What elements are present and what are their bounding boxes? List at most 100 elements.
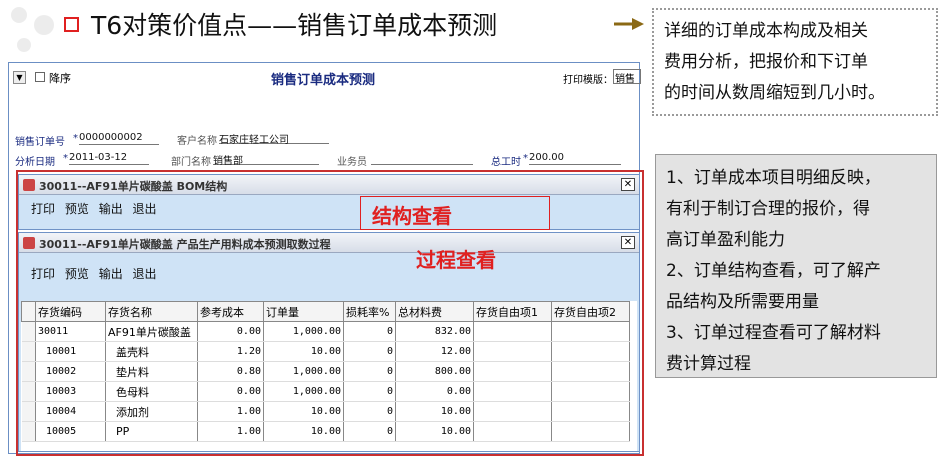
row-header-cell[interactable]	[21, 341, 36, 362]
menu-exit[interactable]: 退出	[133, 267, 157, 281]
menu-preview[interactable]: 预览	[65, 267, 89, 281]
table-cell[interactable]: 1.00	[197, 421, 264, 442]
dept-label: 部门名称	[171, 157, 211, 168]
table-cell[interactable]: 0	[343, 341, 396, 362]
table-cell[interactable]: PP	[105, 421, 198, 442]
table-cell[interactable]: 色母料	[105, 381, 198, 402]
table-cell[interactable]: 10.00	[263, 401, 344, 422]
table-cell[interactable]: 800.00	[395, 361, 474, 382]
table-cell[interactable]: AF91单片碳酸盖	[105, 321, 198, 342]
column-header[interactable]: 订单量	[263, 301, 344, 322]
column-header[interactable]: 参考成本	[197, 301, 264, 322]
arrow-right-icon	[614, 18, 644, 30]
callout-top: 详细的订单成本构成及相关 费用分析，把报价和下订单 的时间从数周缩短到几小时。	[652, 8, 938, 116]
customer-label: 客户名称	[177, 136, 217, 147]
table-cell[interactable]: 0	[343, 321, 396, 342]
table-cell[interactable]: 10.00	[395, 401, 474, 422]
process-menu: 打印 预览 输出 退出	[31, 265, 163, 282]
table-cell[interactable]	[551, 381, 630, 402]
table-cell[interactable]: 0	[343, 421, 396, 442]
table-cell[interactable]: 0.80	[197, 361, 264, 382]
column-header[interactable]: 损耗率%	[343, 301, 396, 322]
dropdown-button[interactable]: ▼	[13, 71, 26, 84]
table-cell[interactable]: 10004	[35, 401, 106, 422]
bom-titlebar[interactable]: 30011--AF91单片碳酸盖 BOM结构 ✕	[19, 175, 639, 195]
menu-print[interactable]: 打印	[31, 202, 55, 216]
date-field[interactable]: 2011-03-12	[69, 152, 149, 165]
table-cell[interactable]: 盖壳料	[105, 341, 198, 362]
table-cell[interactable]	[551, 361, 630, 382]
dept-field[interactable]: 销售部	[213, 152, 319, 167]
table-cell[interactable]: 10.00	[395, 421, 474, 442]
table-row[interactable]: 10001 盖壳料 1.20 10.00 0 12.00	[21, 341, 630, 362]
table-cell[interactable]	[551, 401, 630, 422]
row-header-cell[interactable]	[21, 321, 36, 342]
table-cell[interactable]: 10003	[35, 381, 106, 402]
table-cell[interactable]: 1,000.00	[263, 381, 344, 402]
table-cell[interactable]: 12.00	[395, 341, 474, 362]
table-cell[interactable]: 0	[343, 361, 396, 382]
column-header[interactable]: 存货名称	[105, 301, 198, 322]
table-cell[interactable]	[551, 341, 630, 362]
menu-print[interactable]: 打印	[31, 267, 55, 281]
table-cell[interactable]: 0	[343, 401, 396, 422]
print-template-select[interactable]: 销售	[613, 69, 641, 84]
table-cell[interactable]: 1.20	[197, 341, 264, 362]
process-titlebar[interactable]: 30011--AF91单片碳酸盖 产品生产用料成本预测取数过程 ✕	[19, 233, 639, 253]
table-cell[interactable]: 10.00	[263, 421, 344, 442]
table-cell[interactable]: 0.00	[197, 321, 264, 342]
column-header[interactable]: 存货自由项1	[473, 301, 552, 322]
table-cell[interactable]	[473, 321, 552, 342]
table-cell[interactable]	[473, 341, 552, 362]
table-cell[interactable]	[473, 421, 552, 442]
column-header[interactable]: 存货自由项2	[551, 301, 630, 322]
table-cell[interactable]: 30011	[35, 321, 106, 342]
table-cell[interactable]: 1,000.00	[263, 321, 344, 342]
total-hours-label: 总工时	[491, 157, 521, 168]
table-cell[interactable]: 832.00	[395, 321, 474, 342]
menu-exit[interactable]: 退出	[133, 202, 157, 216]
row-header-cell[interactable]	[21, 361, 36, 382]
table-cell[interactable]: 添加剂	[105, 401, 198, 422]
process-window-title: 30011--AF91单片碳酸盖 产品生产用料成本预测取数过程	[39, 238, 331, 251]
menu-export[interactable]: 输出	[99, 267, 123, 281]
total-hours-field[interactable]: 200.00	[529, 152, 621, 165]
table-cell[interactable]: 10005	[35, 421, 106, 442]
salesman-field[interactable]	[371, 152, 473, 165]
table-cell[interactable]	[551, 321, 630, 342]
table-row[interactable]: 10002 垫片料 0.80 1,000.00 0 800.00	[21, 361, 630, 382]
process-view-annotation: 过程查看	[416, 248, 496, 272]
table-cell[interactable]	[473, 401, 552, 422]
column-header[interactable]: 总材料费	[395, 301, 474, 322]
order-no-field[interactable]: 0000000002	[79, 132, 159, 145]
table-row[interactable]: 10003 色母料 0.00 1,000.00 0 0.00	[21, 381, 630, 402]
menu-export[interactable]: 输出	[99, 202, 123, 216]
callout-right: 1、订单成本项目明细反映， 有利于制订合理的报价，得 高订单盈利能力 2、订单结…	[655, 154, 937, 378]
sort-desc-checkbox[interactable]	[35, 72, 45, 82]
table-cell[interactable]	[551, 421, 630, 442]
table-cell[interactable]: 1,000.00	[263, 361, 344, 382]
menu-preview[interactable]: 预览	[65, 202, 89, 216]
customer-field[interactable]: 石家庄轻工公司	[219, 131, 329, 146]
column-header[interactable]: 存货编码	[35, 301, 106, 322]
table-row[interactable]: 10005 PP 1.00 10.00 0 10.00	[21, 421, 630, 442]
table-cell[interactable]: 10001	[35, 341, 106, 362]
row-header-cell[interactable]	[21, 401, 36, 422]
table-row[interactable]: 10004 添加剂 1.00 10.00 0 10.00	[21, 401, 630, 422]
table-cell[interactable]: 10002	[35, 361, 106, 382]
decorative-people-icon	[11, 7, 54, 52]
close-icon[interactable]: ✕	[621, 178, 635, 191]
table-cell[interactable]	[473, 381, 552, 402]
table-cell[interactable]: 1.00	[197, 401, 264, 422]
table-cell[interactable]: 0	[343, 381, 396, 402]
table-cell[interactable]: 0.00	[197, 381, 264, 402]
table-cell[interactable]: 0.00	[395, 381, 474, 402]
bom-window-title: 30011--AF91单片碳酸盖 BOM结构	[39, 180, 228, 193]
close-icon[interactable]: ✕	[621, 236, 635, 249]
table-cell[interactable]: 垫片料	[105, 361, 198, 382]
table-cell[interactable]	[473, 361, 552, 382]
table-cell[interactable]: 10.00	[263, 341, 344, 362]
table-row[interactable]: 30011 AF91单片碳酸盖 0.00 1,000.00 0 832.00	[21, 321, 630, 342]
row-header-cell[interactable]	[21, 421, 36, 442]
row-header-cell[interactable]	[21, 381, 36, 402]
